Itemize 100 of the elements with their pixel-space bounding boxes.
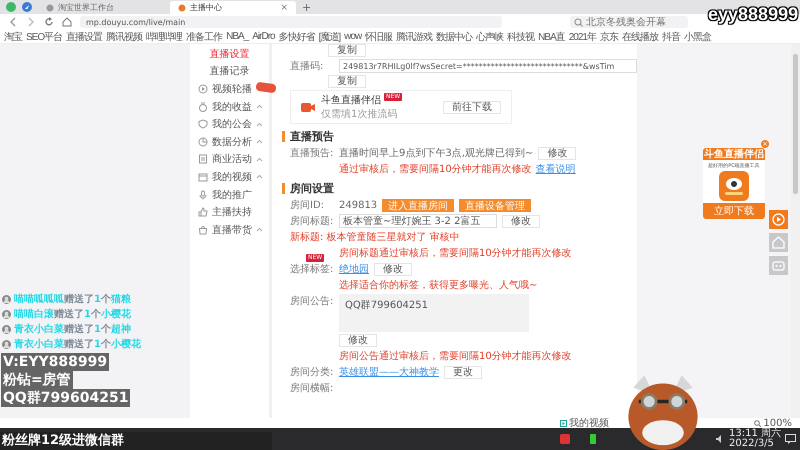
caption-banner: 粉丝牌12级进微信群 <box>0 432 272 450</box>
sidebar-item[interactable]: 直播带货 <box>190 220 269 239</box>
text-field[interactable]: 板本管童~理灯婉王 3-2 2富五 <box>339 214 497 228</box>
avatar-icon <box>2 324 11 334</box>
text-area[interactable]: QQ群799604251 <box>339 294 529 332</box>
bookmark[interactable]: 小黑盒 <box>684 30 711 44</box>
sidebar-item[interactable]: 商业活动 <box>190 150 269 168</box>
gift-message: 青衣小白菜赠送了1个小樱花 <box>14 337 141 351</box>
address-field[interactable]: mp.douyu.com/live/main <box>80 16 502 28</box>
bookmark[interactable]: 淘宝 <box>4 30 22 44</box>
shield-icon <box>198 119 208 130</box>
bookmark[interactable]: 腾讯视频 <box>106 30 142 44</box>
notification-icon[interactable] <box>785 434 796 444</box>
button[interactable]: 复制 <box>328 75 366 88</box>
refresh-icon[interactable] <box>44 17 54 27</box>
zoom-icon <box>754 420 762 426</box>
sidebar-item[interactable]: 我的公会 <box>190 115 269 133</box>
sidebar-item[interactable]: 主播扶持 <box>190 203 269 221</box>
bookmark[interactable]: [魔道] <box>318 30 340 44</box>
button[interactable]: 前往下载 <box>443 100 501 114</box>
ad-title: 斗鱼直播伴侣 <box>704 148 764 161</box>
overlay-caption: QQ群799604251 <box>1 389 130 407</box>
section-title: 直播预告 <box>290 129 334 144</box>
bookmark[interactable]: NBA直 <box>538 30 565 44</box>
tab-label: 淘宝世界工作台 <box>58 2 115 13</box>
browser-tab[interactable]: 主播中心 × <box>170 1 296 14</box>
zoom-control[interactable]: 100% <box>754 418 792 428</box>
clock[interactable]: 13:11 周六 2022/3/5 <box>729 429 781 449</box>
pending-title: 新标题: 板本管童随三星就对了 审核中 <box>290 230 460 244</box>
bookmark[interactable]: 直播设置 <box>66 30 102 44</box>
tab-label: 主播中心 <box>190 2 223 13</box>
browser-icon[interactable] <box>22 2 32 12</box>
forward-icon[interactable] <box>26 17 36 27</box>
app-icon[interactable] <box>560 434 570 444</box>
thumbs-up-icon <box>198 207 208 218</box>
button[interactable]: 复制 <box>328 44 366 57</box>
sidebar-item[interactable]: 我的视频 <box>190 168 269 186</box>
field-label: 选择标签: <box>290 262 334 276</box>
hint-text: 通过审核后，需要间隔10分钟才能再次修改 <box>339 162 532 176</box>
microphone-icon <box>198 190 208 200</box>
play-circle-icon[interactable] <box>769 210 788 229</box>
status-item[interactable]: 我的视频 <box>560 416 609 430</box>
text-field[interactable]: 249813r7RHILg0lf?wsSecret=******************************&wsTim <box>339 59 637 73</box>
home-icon[interactable] <box>62 17 72 27</box>
field-label: 房间公告: <box>290 294 334 308</box>
sidebar-item[interactable]: 我的收益 <box>190 98 269 116</box>
button[interactable]: 修改 <box>374 262 412 276</box>
field-value: 直播时间早上9点到下午3点,观光牌已得到~ <box>339 146 534 160</box>
bookmark[interactable]: 科技视 <box>507 30 534 44</box>
bookmark[interactable]: 数据中心 <box>436 30 472 44</box>
hint-text: 房间公告通过审核后，需要间隔10分钟才能再次修改 <box>339 350 572 363</box>
video-icon <box>560 420 567 426</box>
button[interactable]: 修改 <box>538 146 576 160</box>
sidebar-item[interactable]: 直播设置 <box>190 45 269 63</box>
bookmark[interactable]: 腾讯游戏 <box>396 30 432 44</box>
bookmark[interactable]: 心声峡 <box>476 30 504 44</box>
button[interactable]: 修改 <box>502 214 540 228</box>
app-logo-icon <box>719 171 749 201</box>
play-icon <box>198 84 208 94</box>
sidebar-item[interactable]: 我的推广 <box>190 186 269 204</box>
avatar-icon <box>2 310 11 318</box>
bookmark[interactable]: 怀旧服 <box>365 30 392 44</box>
close-icon[interactable]: × <box>280 2 288 12</box>
sidebar-item[interactable]: 视频轮播 <box>190 80 254 98</box>
sidebar-item[interactable]: 直播记录 <box>190 62 269 80</box>
streamer-handle: eyy888999 <box>708 4 798 25</box>
overlay-caption: 粉钻=房管 <box>1 371 73 389</box>
bookmark[interactable]: wow <box>344 31 362 42</box>
page-icon <box>178 4 186 12</box>
new-tab-button[interactable]: + <box>302 2 312 12</box>
app-description: 仅需填1次推流码 <box>321 108 398 121</box>
browser-tab[interactable]: 淘宝世界工作台 <box>38 1 164 14</box>
back-icon[interactable] <box>8 17 18 27</box>
bookmark[interactable]: NBA_ <box>226 31 248 42</box>
field-value: 249813 <box>339 200 378 210</box>
url-text: mp.douyu.com/live/main <box>86 18 186 26</box>
bookmark[interactable]: SEO平台 <box>26 30 62 44</box>
bookmark[interactable]: 多快好省 <box>278 30 315 44</box>
bookmark[interactable]: AirDro <box>252 31 275 42</box>
video-camera-icon <box>301 102 315 112</box>
bookmark[interactable]: 在线播放 <box>622 30 658 44</box>
bookmark[interactable]: 哔哩哔哩 <box>146 30 182 44</box>
bookmark[interactable]: 京东 <box>600 30 618 44</box>
search-icon <box>574 18 583 26</box>
robot-icon[interactable] <box>769 256 788 275</box>
gift-message: 青衣小白菜赠送了1个超神 <box>14 322 131 336</box>
button[interactable]: 更改 <box>444 366 482 378</box>
app-name: 斗鱼直播伴侣 <box>321 94 381 107</box>
sidebar-item[interactable]: 数据分析 <box>190 132 269 151</box>
app-icon[interactable] <box>6 2 16 12</box>
gift-message: 喵喵白滚赠送了1个小樱花 <box>14 307 131 321</box>
bookmark[interactable]: 准备工作 <box>186 30 222 44</box>
pie-chart-icon <box>198 136 208 147</box>
document-icon <box>198 154 208 164</box>
hint-text: 选择适合你的标签，获得更多曝光、人气哦~ <box>339 278 538 292</box>
bookmark[interactable]: 2021年 <box>568 30 596 44</box>
overlay-caption: V:EYY888999 <box>1 353 110 371</box>
button[interactable]: 修改 <box>339 334 377 347</box>
field-label: 直播码: <box>290 60 324 73</box>
bookmark[interactable]: 抖音 <box>662 30 680 44</box>
